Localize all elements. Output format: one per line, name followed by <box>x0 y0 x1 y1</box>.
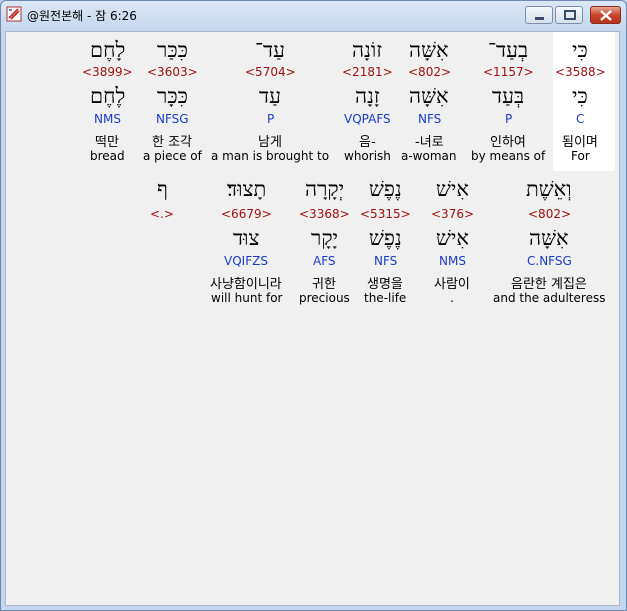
morph-code: C.NFSG <box>527 254 572 268</box>
english-gloss: . <box>450 291 454 305</box>
strong-number: <.> <box>150 207 174 221</box>
lemma-word: זָנָה <box>355 84 380 108</box>
maximize-button[interactable] <box>555 6 583 24</box>
korean-gloss: 됨이며 <box>562 135 598 150</box>
english-gloss: will hunt for <box>211 291 283 305</box>
close-button[interactable] <box>590 6 621 24</box>
close-icon <box>600 10 612 21</box>
lemma-word: צוּד <box>233 226 260 250</box>
korean-gloss: 인하여 <box>490 135 526 150</box>
hebrew-word: אִשָּׁה <box>409 38 449 62</box>
korean-gloss: 남게 <box>258 135 282 150</box>
morph-code: NMS <box>439 254 466 268</box>
lemma-word: בְּעַד <box>492 84 525 108</box>
hebrew-word: תָצוּד׃ <box>227 177 267 201</box>
morph-code: P <box>267 112 275 126</box>
morph-code: C <box>576 112 585 126</box>
hebrew-word: עַד־ <box>255 38 286 62</box>
strong-number: <3368> <box>299 207 350 221</box>
korean-gloss: 귀한 <box>312 277 336 292</box>
english-gloss: and the adulteress <box>493 291 606 305</box>
interlinear-pane[interactable]: כִּי <3588> כִּי C 됨이며 For בְעַד־ <1157> בְּעַד P… <box>5 31 620 606</box>
english-gloss: For <box>571 149 590 163</box>
strong-number: <5315> <box>360 207 411 221</box>
minimize-button[interactable] <box>525 6 553 24</box>
english-gloss: the-life <box>364 291 407 305</box>
morph-code: NFSG <box>156 112 189 126</box>
hebrew-word: ף <box>157 177 168 201</box>
korean-gloss: 음- <box>359 135 376 150</box>
hebrew-word: וְאֵשֶׁת <box>526 177 572 201</box>
app-logo-icon <box>6 6 22 22</box>
english-gloss: by means of <box>471 149 546 163</box>
hebrew-word: כִּכַּר <box>157 38 188 62</box>
hebrew-word: אִישׁ <box>436 177 469 201</box>
morph-code: NFS <box>374 254 398 268</box>
english-gloss: a piece of <box>143 149 202 163</box>
strong-number: <3603> <box>147 65 198 79</box>
korean-gloss: 떡만 <box>95 135 119 150</box>
english-gloss: bread <box>90 149 125 163</box>
lemma-word: אִשָּׁה <box>409 84 449 108</box>
hebrew-word: בְעַד־ <box>488 38 529 62</box>
strong-number: <1157> <box>483 65 534 79</box>
hebrew-word: זוֹנָה <box>352 38 383 62</box>
strong-number: <802> <box>408 65 452 79</box>
lemma-word: אִשָּׁה <box>529 226 569 250</box>
lemma-word: כִּי <box>572 84 588 108</box>
strong-number: <3899> <box>82 65 133 79</box>
morph-code: AFS <box>313 254 336 268</box>
lemma-word: אִישׁ <box>436 226 469 250</box>
english-gloss: whorish <box>344 149 391 163</box>
morph-code: NFS <box>418 112 442 126</box>
korean-gloss: 한 조각 <box>152 135 193 150</box>
window-title: @원전본해 - 잠 6:26 <box>27 9 137 23</box>
lemma-word: יָקָר <box>311 226 339 250</box>
hebrew-word: נֶפֶשׁ <box>369 177 402 201</box>
strong-number: <5704> <box>245 65 296 79</box>
title-bar[interactable]: @원전본해 - 잠 6:26 <box>1 1 626 29</box>
strong-number: <3588> <box>555 65 606 79</box>
morph-code: VQPAFS <box>344 112 391 126</box>
hebrew-word: כִּי <box>572 38 588 62</box>
english-gloss: a-woman <box>401 149 457 163</box>
morph-code: P <box>505 112 513 126</box>
korean-gloss: 사람이 <box>434 277 470 292</box>
minimize-icon <box>535 17 544 20</box>
strong-number: <802> <box>528 207 572 221</box>
lemma-word: עַד <box>259 84 281 108</box>
morph-code: NMS <box>94 112 121 126</box>
maximize-icon <box>564 10 576 20</box>
korean-gloss: 생명을 <box>367 277 403 292</box>
hebrew-word: לָחֶם <box>90 38 126 62</box>
english-gloss: precious <box>299 291 350 305</box>
morph-code: VQIFZS <box>224 254 268 268</box>
hebrew-word: יְקָרָה <box>305 177 345 201</box>
lemma-word: נֶפֶשׁ <box>369 226 402 250</box>
app-window: @원전본해 - 잠 6:26 כִּי <3588> כִּי C 됨이며 For בְעַ… <box>0 0 627 611</box>
lemma-word: לֶחֶם <box>90 84 126 108</box>
korean-gloss: 음란한 계집은 <box>511 277 587 292</box>
lemma-word: כִּכָּר <box>157 84 188 108</box>
korean-gloss: -녀로 <box>415 135 444 150</box>
strong-number: <376> <box>431 207 475 221</box>
korean-gloss: 사냥함이니라 <box>210 277 282 292</box>
strong-number: <2181> <box>342 65 393 79</box>
english-gloss: a man is brought to <box>211 149 330 163</box>
strong-number: <6679> <box>221 207 272 221</box>
